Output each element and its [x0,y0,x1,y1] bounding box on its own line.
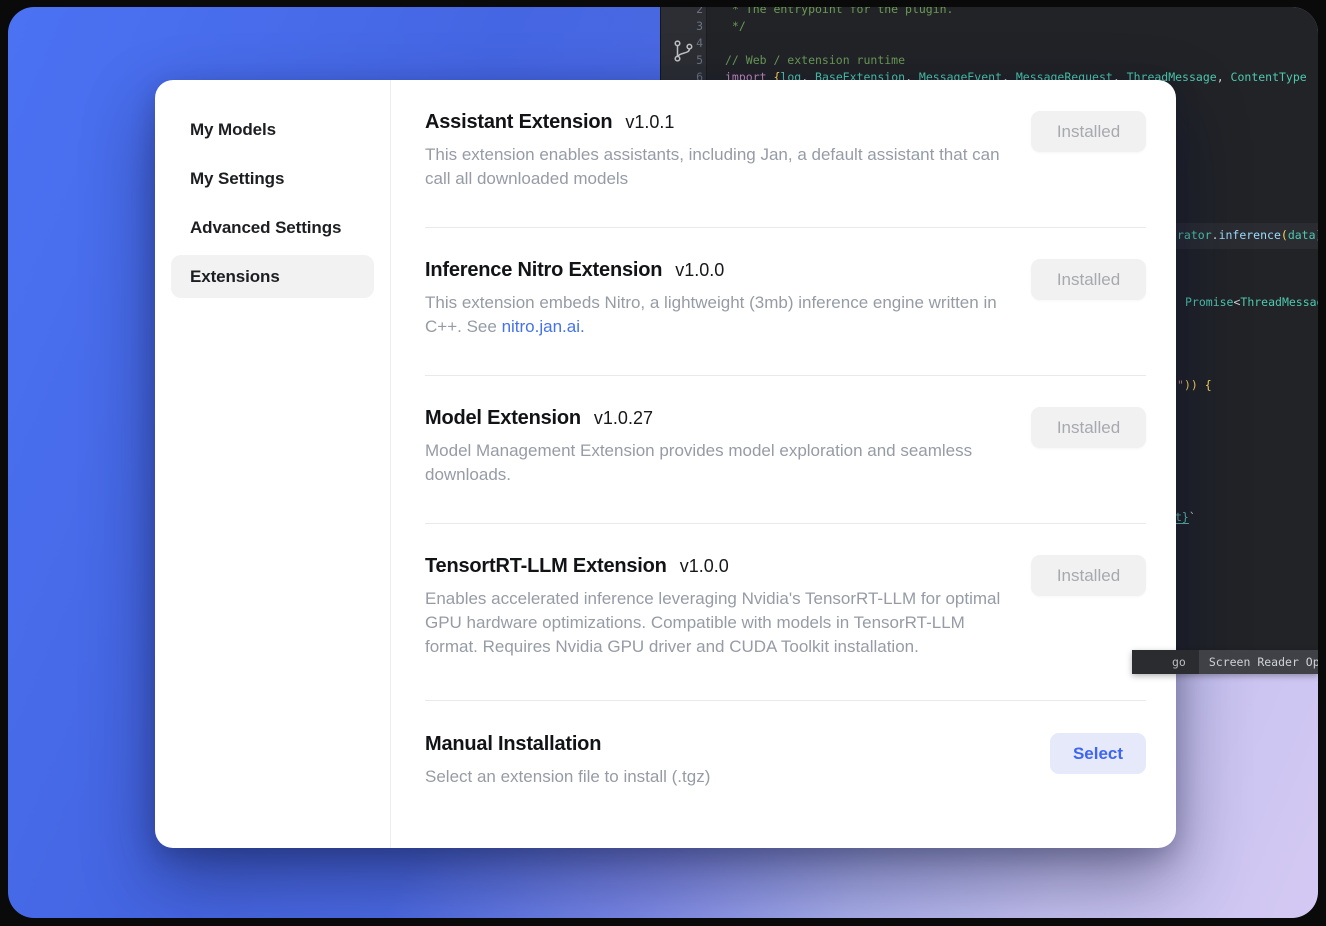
line-number: 3 [661,18,725,35]
code-line: 4 [661,35,1318,52]
settings-panel: My Models My Settings Advanced Settings … [155,80,1176,848]
manual-installation-title: Manual Installation [425,733,601,756]
code-token: ThreadMessage [1240,295,1318,309]
screen-reader-optimized-item[interactable]: Screen Reader Optimize [1199,650,1318,674]
extension-row: Assistant Extension v1.0.1 This extensio… [425,80,1146,228]
code-token: */ [725,19,746,33]
extension-title-row: Assistant Extension v1.0.1 [425,111,1010,134]
code-token: inference [1219,228,1281,242]
extensions-list: Assistant Extension v1.0.1 This extensio… [391,80,1176,848]
extension-title-row: Model Extension v1.0.27 [425,407,1010,430]
installed-button[interactable]: Installed [1031,259,1146,300]
installed-button[interactable]: Installed [1031,111,1146,152]
manual-installation-description: Select an extension file to install (.tg… [425,765,710,789]
extension-name: Inference Nitro Extension [425,259,662,282]
code-token: rator [1177,228,1212,242]
extension-title-row: Inference Nitro Extension v1.0.0 [425,259,1010,282]
code-token: , [1217,70,1231,84]
code-token: " [1177,378,1184,392]
extension-description: Model Management Extension provides mode… [425,439,1010,487]
extension-info: TensortRT-LLM Extension v1.0.0 Enables a… [425,555,1010,659]
code-token: Promise [1185,295,1233,309]
code-fragment: ")) { [1177,377,1212,394]
extension-info: Manual Installation Select an extension … [425,733,710,789]
extension-version: v1.0.27 [594,408,653,429]
extension-row: Inference Nitro Extension v1.0.0 This ex… [425,228,1146,376]
code-token: data [1288,228,1316,242]
extension-description: This extension enables assistants, inclu… [425,143,1010,191]
line-number: 5 [661,52,725,69]
code-line: 5// Web / extension runtime [661,52,1318,69]
editor-status-bar: go Screen Reader Optimize [1132,650,1318,674]
extension-info: Model Extension v1.0.27 Model Management… [425,407,1010,487]
code-fragment: t}` [1175,509,1196,526]
extension-description: This extension embeds Nitro, a lightweig… [425,291,1010,339]
sidebar-item-my-models[interactable]: My Models [171,108,374,151]
nitro-jan-ai-link[interactable]: nitro.jan.ai. [502,317,585,336]
status-bar-text: go [1132,655,1186,669]
extension-description: Enables accelerated inference leveraging… [425,587,1010,659]
code-token: // Web / extension runtime [725,53,905,67]
code-token: t} [1175,510,1189,524]
extension-version: v1.0.0 [680,556,729,577]
sidebar-item-advanced-settings[interactable]: Advanced Settings [171,206,374,249]
settings-sidebar: My Models My Settings Advanced Settings … [155,80,391,848]
code-fragment: rator.inference(data)); [1177,227,1318,244]
extension-name: TensortRT-LLM Extension [425,555,667,578]
line-number: 2 [661,7,725,18]
code-token: )) [1316,228,1318,242]
code-token: )) { [1184,378,1212,392]
code-token: ` [1189,510,1196,524]
select-file-button[interactable]: Select [1050,733,1146,774]
extension-title-row: TensortRT-LLM Extension v1.0.0 [425,555,1010,578]
code-lines: 2 * The entrypoint for the plugin. 3 */ … [661,7,1318,86]
code-token: ( [1281,228,1288,242]
code-line: 3 */ [661,18,1318,35]
extension-row: Model Extension v1.0.27 Model Management… [425,376,1146,524]
extension-version: v1.0.0 [675,260,724,281]
sidebar-item-my-settings[interactable]: My Settings [171,157,374,200]
sidebar-item-extensions[interactable]: Extensions [171,255,374,298]
code-fragment: Promise<ThreadMessage> [1185,294,1318,311]
installed-button[interactable]: Installed [1031,407,1146,448]
extension-row: TensortRT-LLM Extension v1.0.0 Enables a… [425,524,1146,701]
installed-button[interactable]: Installed [1031,555,1146,596]
manual-installation-row: Manual Installation Select an extension … [425,701,1146,789]
extension-title-row: Manual Installation [425,733,710,756]
extension-info: Inference Nitro Extension v1.0.0 This ex… [425,259,1010,339]
extension-info: Assistant Extension v1.0.1 This extensio… [425,111,1010,191]
code-token: . [1212,228,1219,242]
code-token: ContentType [1231,70,1307,84]
extension-version: v1.0.1 [625,112,674,133]
code-token: * The entrypoint for the plugin. [725,7,953,16]
code-line: 2 * The entrypoint for the plugin. [661,7,1318,18]
extension-name: Model Extension [425,407,581,430]
extension-name: Assistant Extension [425,111,612,134]
scene-background: 2 * The entrypoint for the plugin. 3 */ … [8,7,1318,918]
line-number: 4 [661,35,725,52]
